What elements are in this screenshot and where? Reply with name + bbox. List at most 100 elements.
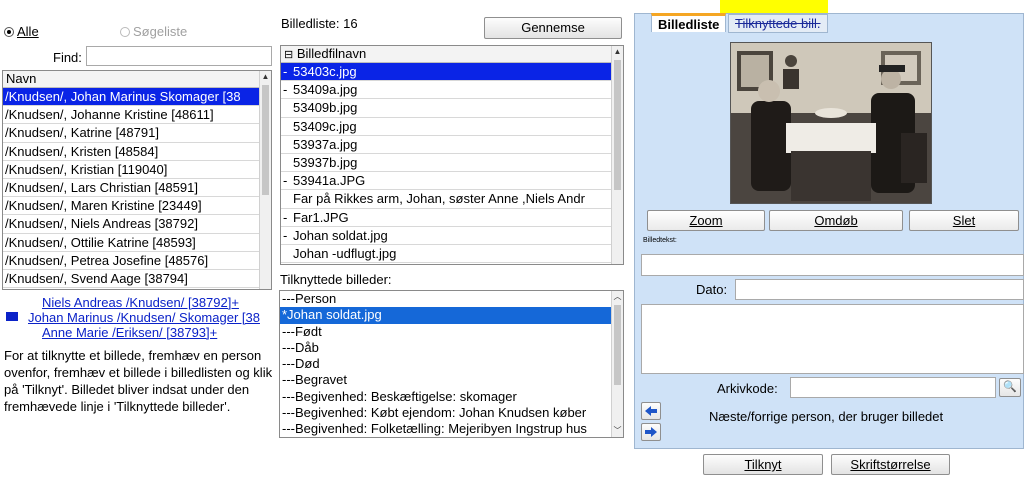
help-text: For at tilknytte et billede, fremhæv en … xyxy=(4,348,273,414)
image-row-name: Johan -udflugt.jpg xyxy=(293,245,397,261)
person-rows: /Knudsen/, Johan Marinus Skomager [38/Kn… xyxy=(3,88,271,289)
image-row[interactable]: -53409a.jpg xyxy=(281,81,611,100)
scroll-thumb[interactable] xyxy=(614,305,621,385)
image-row-marker: - xyxy=(283,64,288,79)
delete-button[interactable]: Slet xyxy=(909,210,1019,231)
attached-row[interactable]: *Johan soldat.jpg xyxy=(280,307,611,324)
current-person-marker xyxy=(6,312,18,321)
person-row[interactable]: /Knudsen/, Kristen [48584] xyxy=(3,143,259,161)
archive-code-label: Arkivkode: xyxy=(717,381,778,396)
collapse-icon[interactable]: ⊟ xyxy=(284,49,293,61)
radio-circle-icon xyxy=(120,27,130,37)
person-list-header[interactable]: Navn xyxy=(3,71,271,88)
image-row[interactable]: -53403c.jpg xyxy=(281,63,611,82)
person-row[interactable]: /Knudsen/, Johanne Kristine [48611] xyxy=(3,106,259,125)
image-row[interactable]: 53409c.jpg xyxy=(281,118,611,136)
nav-text: Næste/forrige person, der bruger billede… xyxy=(709,409,944,424)
rename-button[interactable]: Omdøb xyxy=(769,210,903,231)
attached-rows: ---Person *Johan soldat.jpg ---Født ---Dåb -… xyxy=(280,291,623,437)
tab-image-list[interactable]: Billedliste xyxy=(651,13,727,32)
next-person-button[interactable] xyxy=(641,423,661,441)
arrow-right-icon xyxy=(645,427,657,437)
person-row[interactable]: /Knudsen/, Maren Kristine [23449] xyxy=(3,197,259,216)
image-row[interactable]: 53409b.jpg xyxy=(281,99,611,118)
person-list[interactable]: Navn /Knudsen/, Johan Marinus Skomager [… xyxy=(2,70,272,290)
date-input[interactable] xyxy=(735,279,1024,300)
person-row[interactable]: /Knudsen/, Lars Christian [48591] xyxy=(3,179,259,198)
search-list-radio[interactable]: Søgeliste xyxy=(120,24,187,39)
image-row[interactable]: Far på Rikkes arm, Johan, søster Anne ,N… xyxy=(281,190,611,209)
image-row-marker: - xyxy=(283,82,288,98)
attached-row[interactable]: ---Død xyxy=(280,356,611,372)
image-row[interactable]: 53937a.jpg xyxy=(281,136,611,154)
caption-input[interactable] xyxy=(641,254,1024,276)
image-count-label: Billedliste: 16 xyxy=(281,16,358,31)
image-row-name: 53941a.JPG xyxy=(293,173,366,189)
find-input[interactable] xyxy=(86,46,272,66)
scroll-thumb[interactable] xyxy=(614,60,621,190)
person-row[interactable]: /Knudsen/, Kristian [119040] xyxy=(3,161,259,179)
scroll-up-icon[interactable]: ▲ xyxy=(260,71,271,83)
image-row-name: 53403c.jpg xyxy=(293,64,357,79)
scroll-up-icon[interactable]: ▲ xyxy=(612,46,623,58)
zoom-button[interactable]: Zoom xyxy=(647,210,765,231)
binoculars-button[interactable]: 🔍 xyxy=(999,378,1021,397)
caption-label: Billedtekst: xyxy=(643,237,677,244)
image-row-marker: - xyxy=(283,227,288,243)
image-row[interactable]: Johan -udflugt.jpg xyxy=(281,245,611,264)
browse-button[interactable]: Gennemse xyxy=(484,17,622,39)
image-rows: -53403c.jpg -53409a.jpg 53409b.jpg 53409c.j… xyxy=(281,63,623,264)
attached-label: Tilknyttede billeder: xyxy=(280,272,392,287)
image-row[interactable]: - Johan soldat.jpg xyxy=(281,227,611,245)
attached-row[interactable]: ---Begivenhed: Beskæftigelse: skomager xyxy=(280,389,611,405)
person-row[interactable]: /Knudsen/, Niels Andreas [38792] xyxy=(3,215,259,234)
tab-attached-images[interactable]: Tilknyttede bill. xyxy=(728,14,828,33)
father-link[interactable]: Niels Andreas /Knudsen/ [38792]+ xyxy=(42,295,239,310)
find-label: Find: xyxy=(53,50,82,65)
image-list-scrollbar[interactable]: ▲ xyxy=(611,46,623,264)
all-radio[interactable]: Alle xyxy=(4,24,39,39)
attach-button[interactable]: Tilknyt xyxy=(703,454,823,475)
image-list-header[interactable]: ⊟ Billedfilnavn xyxy=(281,46,623,63)
attached-list[interactable]: ---Person *Johan soldat.jpg ---Født ---Dåb -… xyxy=(279,290,624,438)
image-row-marker: - xyxy=(283,173,288,189)
current-person-link[interactable]: Johan Marinus /Knudsen/ Skomager [38 xyxy=(28,310,278,325)
notes-textarea[interactable] xyxy=(641,304,1024,374)
image-row-name: 53409c.jpg xyxy=(293,118,357,134)
scroll-up-icon[interactable]: ︿ xyxy=(612,291,623,303)
font-size-button[interactable]: Skriftstørrelse xyxy=(831,454,950,475)
image-row-name: 53409b.jpg xyxy=(293,100,358,116)
image-row-name: Johan soldat.jpg xyxy=(293,227,388,243)
highlight-marker xyxy=(720,0,828,13)
attached-row[interactable]: ---Person xyxy=(280,291,611,307)
image-row-name: 53937a.jpg xyxy=(293,136,358,152)
attached-list-scrollbar[interactable]: ︿ ﹀ xyxy=(611,291,623,437)
person-row[interactable]: /Knudsen/, Svend Aage [38794] xyxy=(3,270,259,289)
archive-code-input[interactable] xyxy=(790,377,996,398)
attached-row[interactable]: ---Begravet xyxy=(280,372,611,388)
person-row[interactable]: /Knudsen/, Ottilie Katrine [48593] xyxy=(3,234,259,252)
attached-row[interactable]: ---Begivenhed: Købt ejendom: Johan Knuds… xyxy=(280,405,611,421)
image-row[interactable]: - Far1.JPG xyxy=(281,209,611,227)
image-list[interactable]: ⊟ Billedfilnavn -53403c.jpg -53409a.jpg 53… xyxy=(280,45,624,265)
person-row[interactable]: /Knudsen/, Johan Marinus Skomager [38 xyxy=(3,88,259,107)
photo-image xyxy=(731,43,931,203)
date-label: Dato: xyxy=(696,282,728,297)
previous-person-button[interactable] xyxy=(641,402,661,420)
image-panel: Billedliste Tilknyttede bill. Zoom Omdøb… xyxy=(634,13,1024,449)
binoculars-icon: 🔍 xyxy=(1003,381,1017,393)
attached-row[interactable]: ---Dåb xyxy=(280,340,611,356)
person-row[interactable]: /Knudsen/, Petrea Josefine [48576] xyxy=(3,252,259,270)
scroll-down-icon[interactable]: ﹀ xyxy=(612,425,623,437)
mother-link[interactable]: Anne Marie /Eriksen/ [38793]+ xyxy=(42,325,217,340)
radio-dot-icon xyxy=(4,27,14,37)
person-list-scrollbar[interactable]: ▲ xyxy=(259,71,271,289)
photo-preview xyxy=(730,42,932,204)
image-row[interactable]: -53941a.JPG xyxy=(281,172,611,191)
image-row[interactable]: 53937b.jpg xyxy=(281,154,611,173)
image-row-name: 53937b.jpg xyxy=(293,154,358,170)
scroll-thumb[interactable] xyxy=(262,85,269,195)
attached-row[interactable]: ---Begivenhed: Folketælling: Mejeribyen … xyxy=(280,421,611,437)
person-row[interactable]: /Knudsen/, Katrine [48791] xyxy=(3,124,259,143)
attached-row[interactable]: ---Født xyxy=(280,324,611,340)
